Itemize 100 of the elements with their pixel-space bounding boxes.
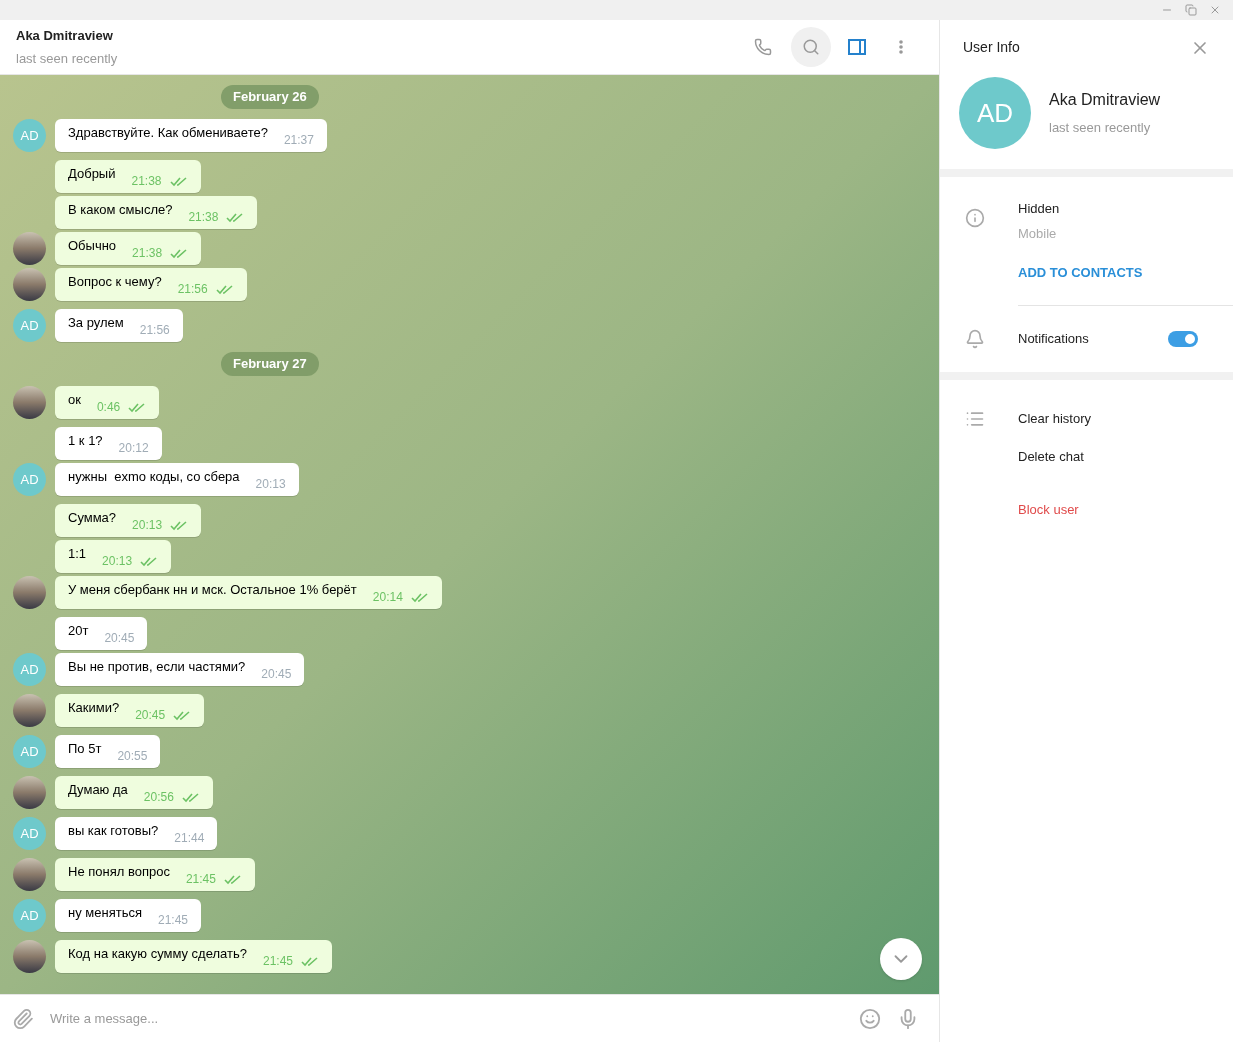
avatar-photo[interactable]: [13, 232, 46, 265]
message-text: 1 к 1?: [68, 432, 103, 451]
side-panel-icon: [848, 39, 866, 55]
restore-icon[interactable]: [1185, 4, 1197, 16]
message-time: 20:13: [255, 478, 286, 490]
close-icon[interactable]: [1209, 4, 1221, 16]
notifications-toggle[interactable]: [1168, 330, 1198, 347]
avatar-photo[interactable]: [13, 858, 46, 891]
message-bubble[interactable]: За рулем 21:56: [55, 309, 183, 342]
message-bubble[interactable]: Думаю да 20:56: [55, 776, 213, 809]
message-bubble[interactable]: Сумма? 20:13: [55, 504, 202, 537]
message-text: В каком смысле?: [68, 201, 173, 220]
message-text: Здравствуйте. Как обмениваете?: [68, 124, 268, 143]
message-time: 20:12: [118, 442, 149, 454]
message-text: Код на какую сумму сделать?: [68, 945, 247, 964]
profile-name: Aka Dmitraview: [1049, 90, 1161, 111]
chat-status: last seen recently: [16, 49, 119, 68]
info-label: Mobile: [1018, 224, 1058, 243]
phone-icon: [754, 38, 772, 56]
message-bubble[interactable]: Вопрос к чему? 21:56: [55, 268, 247, 301]
message-text: вы как готовы?: [68, 822, 159, 841]
message-text: ок: [68, 391, 81, 410]
attach-icon[interactable]: [12, 1007, 34, 1030]
message-time: 21:56: [139, 324, 170, 336]
message-time: 21:44: [174, 832, 205, 844]
double-check-icon: [128, 403, 147, 413]
double-check-icon: [226, 213, 245, 223]
profile-status: last seen recently: [1049, 119, 1152, 138]
message-time: 20:45: [261, 668, 292, 680]
date-pill: February 26: [221, 85, 319, 109]
message-bubble[interactable]: Какими? 20:45: [55, 694, 205, 727]
double-check-icon: [170, 521, 189, 531]
notifications-label: Notifications: [1018, 329, 1090, 348]
avatar-photo[interactable]: [13, 694, 46, 727]
message-bubble[interactable]: По 5т 20:55: [55, 735, 161, 768]
message-bubble[interactable]: вы как готовы? 21:44: [55, 817, 218, 850]
search-button[interactable]: [791, 27, 831, 67]
message-bubble[interactable]: ну меняться 21:45: [55, 899, 201, 932]
message-text: Вы не против, если частями?: [68, 658, 246, 677]
message-text: Сумма?: [68, 509, 117, 528]
message-time: 21:38: [188, 211, 219, 223]
double-check-icon: [410, 593, 429, 603]
message-bubble[interactable]: 1:1 20:13: [55, 540, 172, 573]
message-time: 21:37: [283, 134, 314, 146]
message-text: ну меняться: [68, 904, 142, 923]
double-check-icon: [140, 557, 159, 567]
message-text: нужны exmo коды, со сбера: [68, 468, 240, 487]
message-bubble[interactable]: ок 0:46: [55, 386, 160, 419]
search-icon: [802, 38, 820, 56]
message-time: 21:38: [131, 175, 162, 187]
message-bubble[interactable]: Добрый 21:38: [55, 160, 201, 193]
message-time: 20:56: [143, 791, 174, 803]
message-text: Думаю да: [68, 781, 128, 800]
emoji-icon[interactable]: [859, 1007, 881, 1030]
message-bubble[interactable]: 1 к 1? 20:12: [55, 427, 162, 460]
message-text: Какими?: [68, 699, 120, 718]
message-text: 1:1: [68, 545, 87, 564]
message-time: 21:45: [185, 873, 216, 885]
message-input[interactable]: Write a message...: [50, 1008, 843, 1029]
message-bubble[interactable]: 20т 20:45: [55, 617, 148, 650]
avatar-photo[interactable]: [13, 386, 46, 419]
message-bubble[interactable]: Здравствуйте. Как обмениваете? 21:37: [55, 119, 327, 152]
message-time: 20:45: [135, 709, 166, 721]
bell-icon: [965, 328, 985, 349]
avatar-photo[interactable]: [13, 776, 46, 809]
message-bubble[interactable]: Вы не против, если частями? 20:45: [55, 653, 305, 686]
info-icon: [965, 208, 985, 228]
action-item[interactable]: Block user: [1018, 499, 1079, 519]
message-bubble[interactable]: Код на какую сумму сделать? 21:45: [55, 940, 333, 973]
message-time: 0:46: [96, 401, 121, 413]
info-value: Hidden: [1018, 200, 1061, 218]
avatar-photo[interactable]: [13, 576, 46, 609]
double-check-icon: [173, 711, 192, 721]
message-bubble[interactable]: В каком смысле? 21:38: [55, 196, 258, 229]
message-bubble[interactable]: Обычно 21:38: [55, 232, 202, 265]
avatar-photo[interactable]: [13, 268, 46, 301]
message-bubble[interactable]: Не понял вопрос 21:45: [55, 858, 255, 891]
message-time: 21:56: [177, 283, 208, 295]
message-time: 20:14: [372, 591, 403, 603]
action-item[interactable]: Delete chat: [1018, 446, 1084, 467]
double-check-icon: [170, 249, 189, 259]
double-check-icon: [223, 875, 242, 885]
message-text: Не понял вопрос: [68, 863, 170, 882]
message-time: 21:38: [132, 247, 163, 259]
message-time: 20:55: [117, 750, 148, 762]
scroll-down-button[interactable]: [880, 938, 922, 980]
avatar-photo[interactable]: [13, 940, 46, 973]
message-text: По 5т: [68, 740, 102, 759]
message-bubble[interactable]: У меня сбербанк нн и мск. Остальное 1% берёт 20:14: [55, 576, 442, 609]
double-check-icon: [181, 793, 200, 803]
more-icon: [899, 40, 903, 54]
message-text: Обычно: [68, 237, 117, 256]
action-item[interactable]: Clear history: [1018, 408, 1091, 429]
message-time: 21:45: [157, 914, 188, 926]
message-bubble[interactable]: нужны exmo коды, со сбера 20:13: [55, 463, 299, 496]
chat-title: Aka Dmitraview: [16, 27, 114, 45]
double-check-icon: [169, 177, 188, 187]
message-time: 20:13: [102, 555, 133, 567]
double-check-icon: [301, 957, 320, 967]
message-time: 20:13: [132, 519, 163, 531]
